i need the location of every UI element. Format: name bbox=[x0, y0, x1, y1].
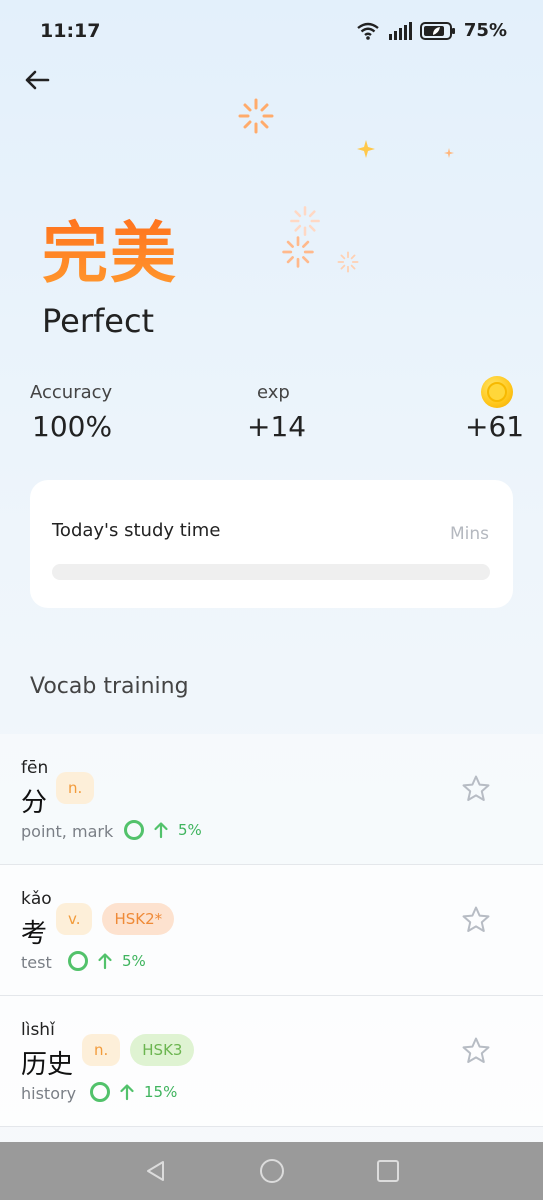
result-title-chinese: 完美 bbox=[42, 200, 178, 296]
nav-recents-button[interactable] bbox=[375, 1158, 401, 1184]
wifi-icon bbox=[357, 22, 379, 40]
firework-decoration-icon bbox=[337, 251, 359, 273]
coin-icon bbox=[481, 376, 513, 408]
coins-value: +61 bbox=[465, 410, 525, 443]
vocab-hanzi: 历史 bbox=[21, 1050, 74, 1080]
study-time-title: Today's study time bbox=[52, 520, 221, 541]
mastery-percent: 5% bbox=[122, 952, 146, 970]
back-button[interactable] bbox=[22, 64, 54, 96]
arrow-up-icon bbox=[120, 1084, 134, 1101]
vocab-pinyin: fēn bbox=[21, 758, 49, 778]
accuracy-value: 100% bbox=[32, 410, 113, 443]
star-icon[interactable] bbox=[461, 905, 491, 935]
arrow-up-icon bbox=[154, 822, 168, 839]
vocab-list: fēn 分 n. point, mark 5% kǎo 考 v. HSK2* t… bbox=[0, 734, 543, 1127]
arrow-up-icon bbox=[98, 953, 112, 970]
vocab-pinyin: kǎo bbox=[21, 889, 52, 909]
mastery-progress: 5% bbox=[68, 951, 146, 971]
mastery-percent: 15% bbox=[144, 1083, 178, 1101]
sparkle-small-decoration-icon bbox=[444, 148, 454, 158]
battery-percent: 75% bbox=[463, 20, 507, 41]
result-title-english: Perfect bbox=[42, 302, 155, 340]
vocab-pinyin: lìshǐ bbox=[21, 1020, 55, 1040]
vocab-meaning: history bbox=[21, 1084, 77, 1103]
status-icons: 75% bbox=[356, 20, 507, 41]
hsk-level-tag: HSK3 bbox=[130, 1034, 195, 1066]
firework-decoration-icon bbox=[282, 236, 314, 268]
vocab-tags: v. HSK2* bbox=[56, 903, 175, 935]
mastery-progress: 15% bbox=[90, 1082, 177, 1102]
nav-back-button[interactable] bbox=[143, 1158, 169, 1184]
signal-icon bbox=[388, 21, 412, 40]
star-icon[interactable] bbox=[461, 774, 491, 804]
vocab-hanzi: 考 bbox=[21, 919, 48, 949]
part-of-speech-tag: n. bbox=[82, 1034, 121, 1066]
vocab-item[interactable]: lìshǐ 历史 n. HSK3 history 15% bbox=[0, 996, 543, 1127]
vocab-section-title: Vocab training bbox=[30, 674, 189, 699]
study-time-card: Today's study time Mins bbox=[30, 480, 513, 608]
battery-icon bbox=[419, 21, 455, 40]
arrow-left-icon bbox=[25, 70, 50, 90]
progress-ring-icon bbox=[90, 1082, 110, 1102]
status-bar: 11:17 75% bbox=[0, 0, 543, 60]
exp-label: exp bbox=[257, 382, 290, 403]
back-triangle-icon bbox=[146, 1161, 164, 1181]
study-time-progress bbox=[52, 564, 490, 580]
study-time-unit: Mins bbox=[449, 524, 489, 544]
vocab-meaning: point, mark bbox=[21, 822, 114, 841]
progress-ring-icon bbox=[124, 820, 144, 840]
mastery-percent: 5% bbox=[178, 821, 202, 839]
vocab-tags: n. bbox=[56, 772, 95, 804]
hsk-level-tag: HSK2* bbox=[102, 903, 175, 935]
firework-decoration-icon bbox=[290, 206, 320, 236]
firework-decoration-icon bbox=[238, 98, 274, 134]
mastery-progress: 5% bbox=[124, 820, 202, 840]
exp-value: +14 bbox=[247, 410, 307, 443]
vocab-hanzi: 分 bbox=[21, 788, 48, 818]
vocab-item[interactable]: kǎo 考 v. HSK2* test 5% bbox=[0, 865, 543, 996]
home-circle-icon bbox=[259, 1159, 284, 1183]
accuracy-label: Accuracy bbox=[30, 382, 113, 403]
star-icon[interactable] bbox=[461, 1036, 491, 1066]
vocab-item[interactable]: fēn 分 n. point, mark 5% bbox=[0, 734, 543, 865]
vocab-meaning: test bbox=[21, 953, 52, 972]
nav-home-button[interactable] bbox=[259, 1158, 285, 1184]
recents-square-icon bbox=[376, 1160, 399, 1182]
part-of-speech-tag: v. bbox=[56, 903, 93, 935]
progress-ring-icon bbox=[68, 951, 88, 971]
sparkle-decoration-icon bbox=[357, 140, 375, 158]
status-time: 11:17 bbox=[40, 20, 101, 42]
part-of-speech-tag: n. bbox=[56, 772, 95, 804]
vocab-tags: n. HSK3 bbox=[82, 1034, 195, 1066]
system-nav-bar bbox=[0, 1142, 543, 1200]
